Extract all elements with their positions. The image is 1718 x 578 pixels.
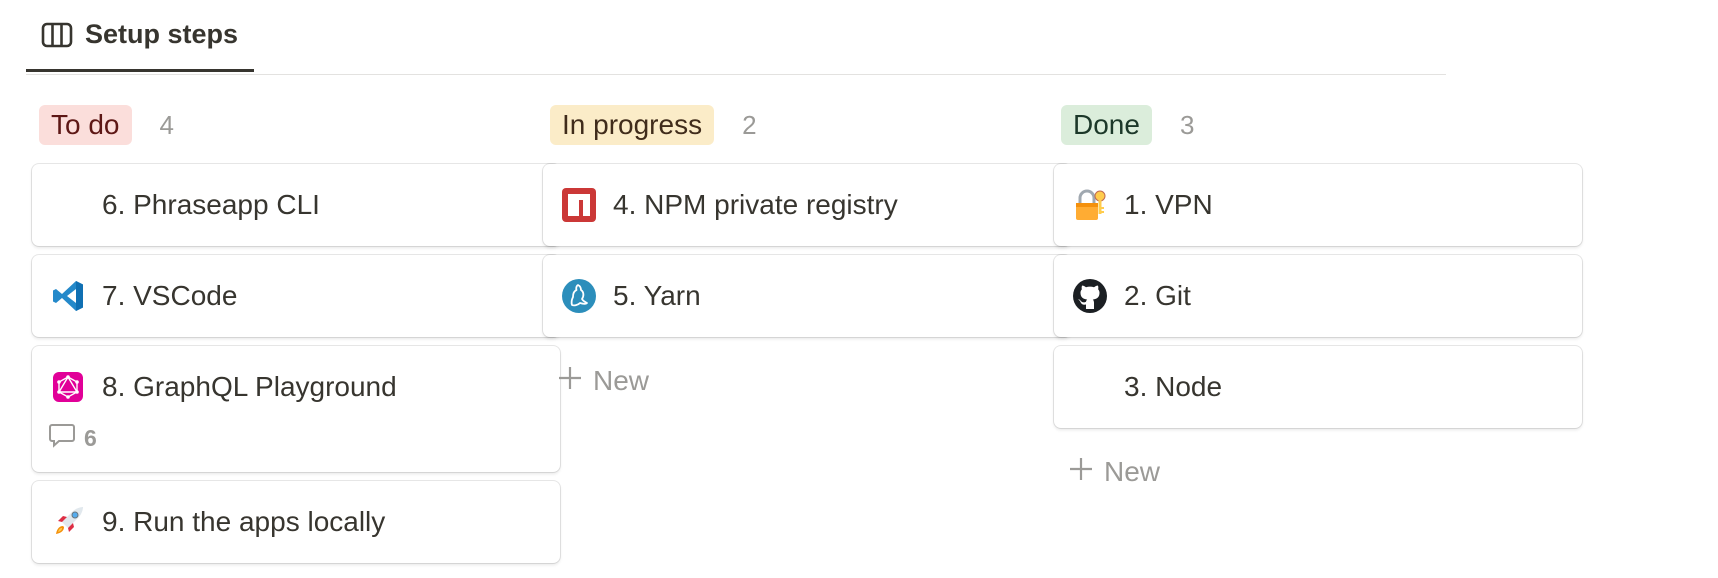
new-card-label: New [1104,456,1161,487]
card-vpn[interactable]: 1. VPN [1054,164,1582,246]
tab-label: Setup steps [85,19,239,49]
npm-icon [559,185,599,225]
card-title: 2. Git [1124,280,1191,311]
yarn-icon [559,276,599,316]
rocket-icon [48,502,88,542]
board-icon [41,22,73,48]
new-card-button[interactable]: New [543,346,1071,416]
github-icon [1070,276,1110,316]
plus-icon [1068,456,1094,489]
column-to-do: To do 4 6. Phraseapp CLI 7. VSCode 8. Gr… [32,104,560,572]
card-title: 4. NPM private registry [613,189,898,220]
card-git[interactable]: 2. Git [1054,255,1582,337]
card-title: 3. Node [1124,371,1223,402]
comment-count-value: 6 [84,424,97,451]
column-count: 3 [1179,109,1195,140]
card-title: 1. VPN [1124,189,1213,220]
status-pill-done[interactable]: Done [1061,105,1152,145]
lock-key-icon [1070,185,1110,225]
card-title: 9. Run the apps locally [102,506,386,537]
column-done: Done 3 1. VPN 2. Git 3. Node New [1054,104,1582,507]
column-in-progress: In progress 2 4. NPM private registry 5.… [543,104,1071,416]
card-yarn[interactable]: 5. Yarn [543,255,1071,337]
new-card-button[interactable]: New [1054,437,1582,507]
column-header: In progress 2 [543,104,1071,146]
column-count: 4 [159,109,174,140]
new-card-label: New [593,365,650,396]
column-count: 2 [742,109,757,140]
comment-icon [48,422,76,454]
card-title: 6. Phraseapp CLI [102,189,320,220]
column-header: Done 3 [1054,104,1582,146]
view-tab-bar: Setup steps [26,0,1446,75]
status-pill-in-progress[interactable]: In progress [550,105,715,145]
card-title: 7. VSCode [102,280,238,311]
column-header: To do 4 [32,104,560,146]
card-title: 8. GraphQL Playground [102,371,397,402]
card-run-apps-locally[interactable]: 9. Run the apps locally [32,481,560,563]
card-graphql-playground[interactable]: 8. GraphQL Playground 6 [32,346,560,472]
plus-icon [557,365,583,398]
comment-count: 6 [48,422,544,472]
status-pill-to-do[interactable]: To do [39,105,132,145]
card-vscode[interactable]: 7. VSCode [32,255,560,337]
card-phraseapp-cli[interactable]: 6. Phraseapp CLI [32,164,560,246]
vscode-icon [48,276,88,316]
card-npm-private-registry[interactable]: 4. NPM private registry [543,164,1071,246]
card-title: 5. Yarn [613,280,701,311]
tab-setup-steps[interactable]: Setup steps [26,0,255,72]
blank-icon [48,185,88,225]
blank-icon [1070,367,1110,407]
card-node[interactable]: 3. Node [1054,346,1582,428]
graphql-icon [48,367,88,407]
